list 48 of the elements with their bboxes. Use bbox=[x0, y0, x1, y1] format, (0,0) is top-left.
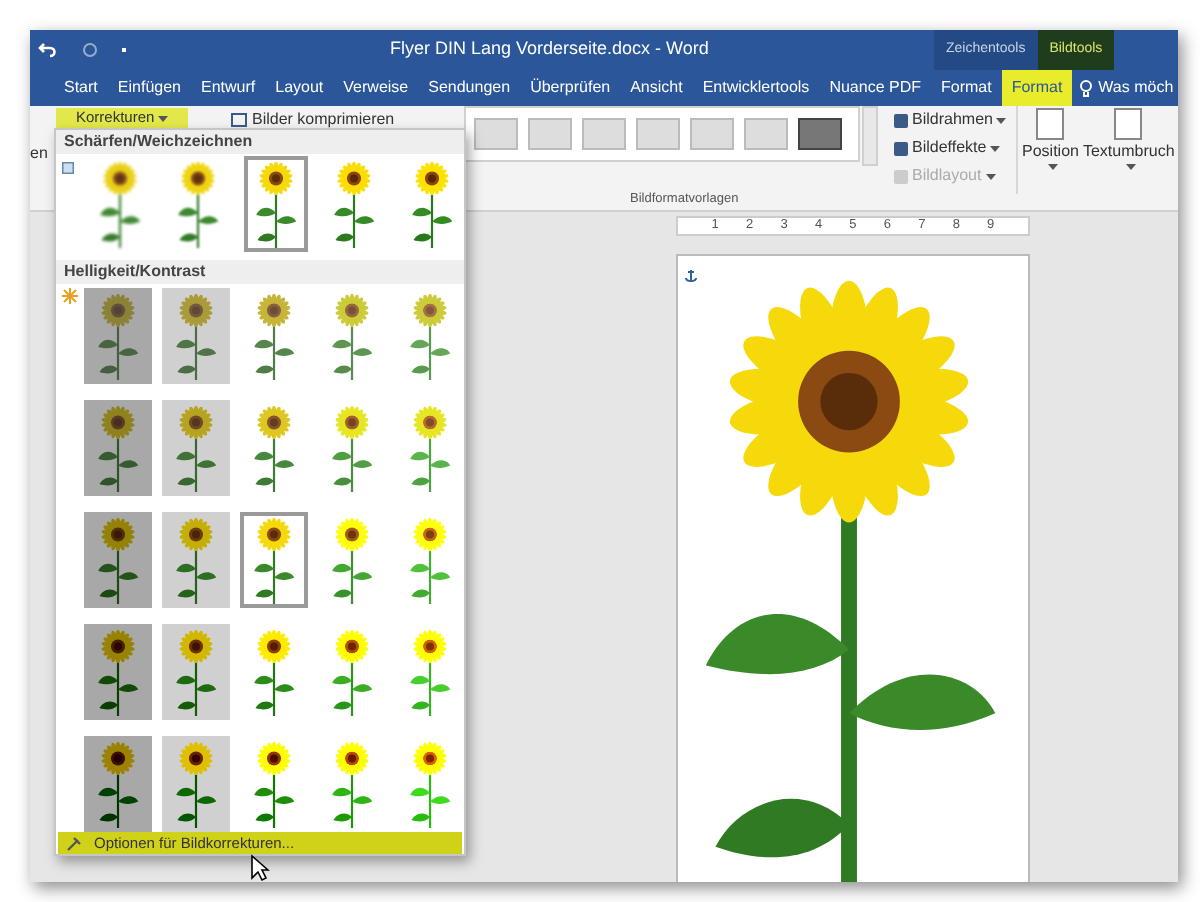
caret-icon bbox=[158, 115, 169, 121]
picture-correction-option[interactable] bbox=[84, 736, 152, 832]
ribbon-tab[interactable]: Entwurf bbox=[191, 70, 266, 106]
compress-pictures-button[interactable]: Bilder komprimieren bbox=[252, 108, 395, 132]
lightbulb-icon bbox=[1080, 79, 1093, 97]
picture-correction-option[interactable] bbox=[240, 512, 308, 608]
picture-correction-option[interactable] bbox=[84, 624, 152, 720]
ribbon-tab[interactable]: Ansicht bbox=[620, 70, 693, 106]
picture-correction-option[interactable] bbox=[84, 288, 152, 384]
ribbon-tab[interactable]: Layout bbox=[265, 70, 334, 106]
picture-correction-option[interactable] bbox=[162, 624, 230, 720]
ribbon-tab[interactable]: Sendungen bbox=[418, 70, 521, 106]
ribbon-tab[interactable]: Verweise bbox=[333, 70, 419, 106]
wrap-text-button[interactable]: Textumbruch bbox=[1082, 106, 1175, 194]
undo-icon[interactable] bbox=[38, 42, 58, 58]
gallery-scroll-bar[interactable] bbox=[862, 106, 878, 166]
picture-command-button[interactable]: Bildeffekte bbox=[894, 136, 1007, 160]
caret-icon bbox=[996, 117, 1007, 123]
sun-icon bbox=[62, 288, 78, 304]
menu-section-header: Helligkeit/Kontrast bbox=[56, 260, 464, 284]
picture-correction-option[interactable] bbox=[162, 736, 230, 832]
picture-correction-option[interactable] bbox=[244, 156, 308, 252]
picture-correction-option[interactable] bbox=[84, 400, 152, 496]
ribbon-tab[interactable]: Entwicklertools bbox=[692, 70, 820, 106]
picture-correction-option[interactable] bbox=[162, 288, 230, 384]
tell-me-field[interactable]: Was möch bbox=[1080, 76, 1178, 100]
ribbon-tab[interactable]: Format bbox=[930, 70, 1002, 106]
ribbon-label: en bbox=[30, 142, 48, 166]
menu-section-header: Schärfen/Weichzeichnen bbox=[56, 130, 464, 154]
caret-icon bbox=[1047, 164, 1058, 170]
caret-icon bbox=[990, 145, 1001, 151]
anchor-icon bbox=[684, 268, 698, 284]
ribbon-tab[interactable]: Start bbox=[54, 70, 108, 106]
ribbon-tab[interactable]: Überprüfen bbox=[520, 70, 621, 106]
sharpen-icon bbox=[62, 160, 74, 176]
compress-pictures-icon bbox=[230, 112, 248, 128]
window-title: Flyer DIN Lang Vorderseite.docx - Word bbox=[390, 36, 709, 63]
picture-correction-option[interactable] bbox=[84, 512, 152, 608]
picture-correction-option[interactable] bbox=[162, 512, 230, 608]
picture-command-button[interactable]: Bildrahmen bbox=[894, 108, 1007, 132]
picture-options-icon bbox=[66, 835, 82, 852]
ribbon-tab[interactable]: Nuance PDF bbox=[819, 70, 931, 106]
ribbon-tab[interactable]: Einfügen bbox=[107, 70, 191, 106]
picture-correction-option[interactable] bbox=[162, 400, 230, 496]
ribbon-tab[interactable]: Format bbox=[1001, 70, 1073, 106]
caret-icon bbox=[985, 173, 996, 179]
position-button[interactable]: Position bbox=[1022, 106, 1079, 194]
caret-icon bbox=[1125, 164, 1136, 170]
